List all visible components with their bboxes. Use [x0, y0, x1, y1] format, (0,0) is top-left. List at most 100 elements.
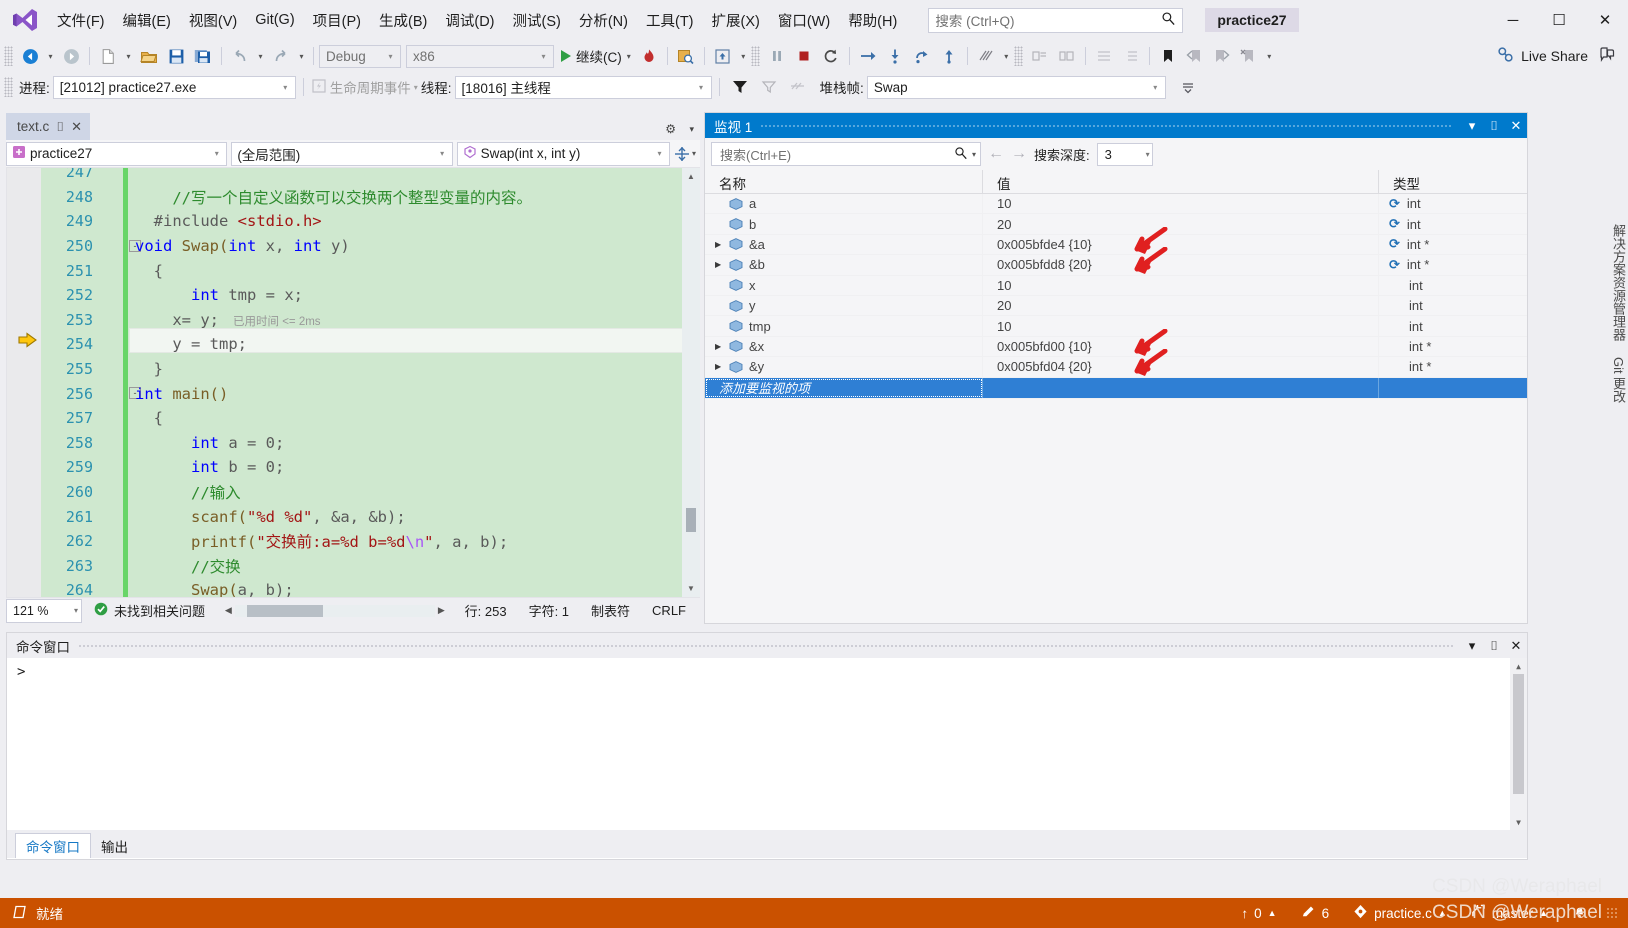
expand-chevron-icon[interactable]: ▶ [715, 240, 729, 249]
code-line[interactable]: 257 { [7, 406, 700, 431]
clear-bookmarks-icon[interactable] [1236, 44, 1262, 68]
column-header-value[interactable]: 值 [983, 170, 1379, 193]
watch-variable-value[interactable]: 20 [997, 217, 1011, 232]
live-share-button[interactable]: Live Share [1497, 46, 1588, 66]
increase-indent-icon[interactable] [1118, 44, 1144, 68]
watch-variable-value[interactable]: 20 [997, 298, 1011, 313]
menu-item-test[interactable]: 测试(S) [504, 6, 570, 35]
title-drag-handle[interactable] [78, 633, 1453, 658]
minimize-button[interactable]: ─ [1490, 0, 1536, 40]
decrease-indent-icon[interactable] [1091, 44, 1117, 68]
watch-variable-value[interactable]: 0x005bfd00 {10} [997, 339, 1092, 354]
step-over-icon[interactable] [909, 44, 935, 68]
open-file-icon[interactable] [136, 44, 162, 68]
pin-window-icon[interactable]: ⌷ [1483, 633, 1505, 658]
refresh-value-icon[interactable]: ⟳ [1389, 257, 1400, 273]
menu-item-window[interactable]: 窗口(W) [769, 6, 839, 35]
show-diagnostics-icon[interactable] [710, 44, 736, 68]
quick-search-input[interactable]: 搜索 (Ctrl+Q) [928, 7, 1184, 33]
toolbar-grip[interactable] [4, 77, 13, 97]
code-line[interactable]: 261 scanf("%d %d", &a, &b); [7, 504, 700, 529]
menu-item-tools[interactable]: 工具(T) [637, 6, 703, 35]
save-icon[interactable] [163, 44, 189, 68]
close-tab-icon[interactable]: ✕ [71, 119, 82, 135]
watch-search-input[interactable]: 搜索(Ctrl+E) ▾ [711, 142, 981, 166]
scroll-down-icon[interactable]: ▼ [1510, 814, 1527, 830]
git-push-status[interactable]: ↑ 0 ▲ [1232, 898, 1285, 928]
expand-chevron-icon[interactable]: ▶ [715, 362, 729, 371]
project-scope-combo[interactable]: practice27 ▾ [6, 141, 228, 166]
watch-row[interactable]: b 20 ⟳ int [705, 214, 1527, 235]
search-depth-combo[interactable]: 3 ▾ [1096, 142, 1153, 166]
code-line[interactable]: 255 } [7, 357, 700, 382]
notifications-bell[interactable] [1563, 898, 1596, 928]
thread-combo[interactable]: [18016] 主线程 ▾ [454, 75, 712, 99]
code-line[interactable]: 252 int tmp = x; [7, 283, 700, 308]
thread-flatten-icon[interactable] [785, 75, 811, 99]
scroll-left-icon[interactable]: ◀ [225, 605, 232, 616]
toolbar-grip[interactable] [4, 46, 13, 66]
command-window-scrollbar[interactable]: ▲ ▼ [1510, 658, 1527, 830]
refresh-value-icon[interactable]: ⟳ [1389, 236, 1400, 252]
column-header-type[interactable]: 类型 [1379, 170, 1527, 193]
unsaved-changes-status[interactable]: 6 [1292, 898, 1339, 928]
tab-output[interactable]: 输出 [91, 833, 138, 858]
step-out-icon[interactable] [936, 44, 962, 68]
undo-dropdown-icon[interactable]: ▾ [254, 44, 267, 68]
watch-row[interactable]: ▶ &x 0x005bfd00 {10} int * [705, 328, 1527, 358]
scroll-up-icon[interactable]: ▲ [682, 168, 700, 185]
comment-block-icon[interactable] [1027, 44, 1053, 68]
attach-to-process-icon[interactable] [673, 44, 699, 68]
stackframe-combo[interactable]: Swap ▾ [866, 75, 1166, 99]
tool-tab-solution-explorer[interactable]: 解决方案资源管理器 [1606, 216, 1628, 349]
navigate-forward-icon[interactable] [58, 44, 84, 68]
member-combo[interactable]: Swap(int x, int y) ▾ [456, 141, 670, 166]
watch-variable-value[interactable]: 0x005bfde4 {10} [997, 237, 1092, 252]
bookmark-icon[interactable] [1155, 44, 1181, 68]
menu-item-git[interactable]: Git(G) [246, 8, 303, 32]
command-window-body[interactable]: > ▲ ▼ [7, 658, 1527, 830]
step-into-icon[interactable] [882, 44, 908, 68]
git-branch-indicator[interactable]: master ▲ [1462, 898, 1557, 928]
menu-item-debug[interactable]: 调试(D) [436, 6, 503, 35]
redo-icon[interactable] [268, 44, 294, 68]
menu-item-help[interactable]: 帮助(H) [839, 6, 906, 35]
code-text-area[interactable]: 247 248 //写一个自定义函数可以交换两个整型变量的内容。 249 #incl… [6, 168, 700, 597]
watch-row[interactable]: x 10 int [705, 275, 1527, 296]
code-line[interactable]: 264 Swap(a, b); [7, 578, 700, 597]
zoom-level-combo[interactable]: 121 % ▾ [6, 598, 82, 623]
search-options-chevron-icon[interactable]: ▾ [972, 150, 976, 159]
pin-tab-icon[interactable]: ⌷ [56, 119, 64, 135]
pin-window-icon[interactable]: ⌷ [1483, 113, 1505, 138]
command-window-menu-chevron-icon[interactable]: ▾ [1461, 633, 1483, 658]
refresh-value-icon[interactable]: ⟳ [1389, 196, 1400, 212]
uncomment-block-icon[interactable] [1054, 44, 1080, 68]
watch-variable-value[interactable]: 10 [997, 196, 1011, 211]
navigate-backward-dropdown-icon[interactable]: ▾ [44, 44, 57, 68]
toolbar-overflow-icon[interactable] [1175, 75, 1201, 99]
tab-settings-gear-icon[interactable]: ⚙ [665, 122, 676, 136]
process-combo[interactable]: [21012] practice27.exe ▾ [52, 75, 296, 99]
scroll-up-icon[interactable]: ▲ [1510, 658, 1527, 674]
previous-bookmark-icon[interactable] [1182, 44, 1208, 68]
menu-item-analyze[interactable]: 分析(N) [570, 6, 637, 35]
editor-vertical-scrollbar[interactable]: ▲ ▼ [682, 168, 700, 597]
save-all-icon[interactable] [190, 44, 216, 68]
code-line[interactable]: 258 int a = 0; [7, 431, 700, 456]
navigate-backward-icon[interactable] [17, 44, 43, 68]
code-line[interactable]: 250- void Swap(int x, int y) [7, 234, 700, 259]
expand-chevron-icon[interactable]: ▶ [715, 342, 729, 351]
hot-reload-icon[interactable] [636, 44, 662, 68]
code-line[interactable]: 259 int b = 0; [7, 455, 700, 480]
search-next-icon[interactable]: → [1011, 145, 1027, 163]
watch-variable-value[interactable]: 0x005bfdd8 {20} [997, 257, 1092, 272]
expand-chevron-icon[interactable]: ▶ [715, 260, 729, 269]
code-line[interactable]: 263 //交换 [7, 554, 700, 579]
undo-icon[interactable] [227, 44, 253, 68]
watch-variable-value[interactable]: 0x005bfd04 {20} [997, 359, 1092, 374]
code-line[interactable]: 253 x= y; 已用时间 <= 2ms [7, 308, 700, 333]
maximize-button[interactable]: ☐ [1536, 0, 1582, 40]
search-previous-icon[interactable]: ← [988, 145, 1004, 163]
menu-item-edit[interactable]: 编辑(E) [114, 6, 180, 35]
watch-row[interactable]: tmp 10 int [705, 316, 1527, 337]
